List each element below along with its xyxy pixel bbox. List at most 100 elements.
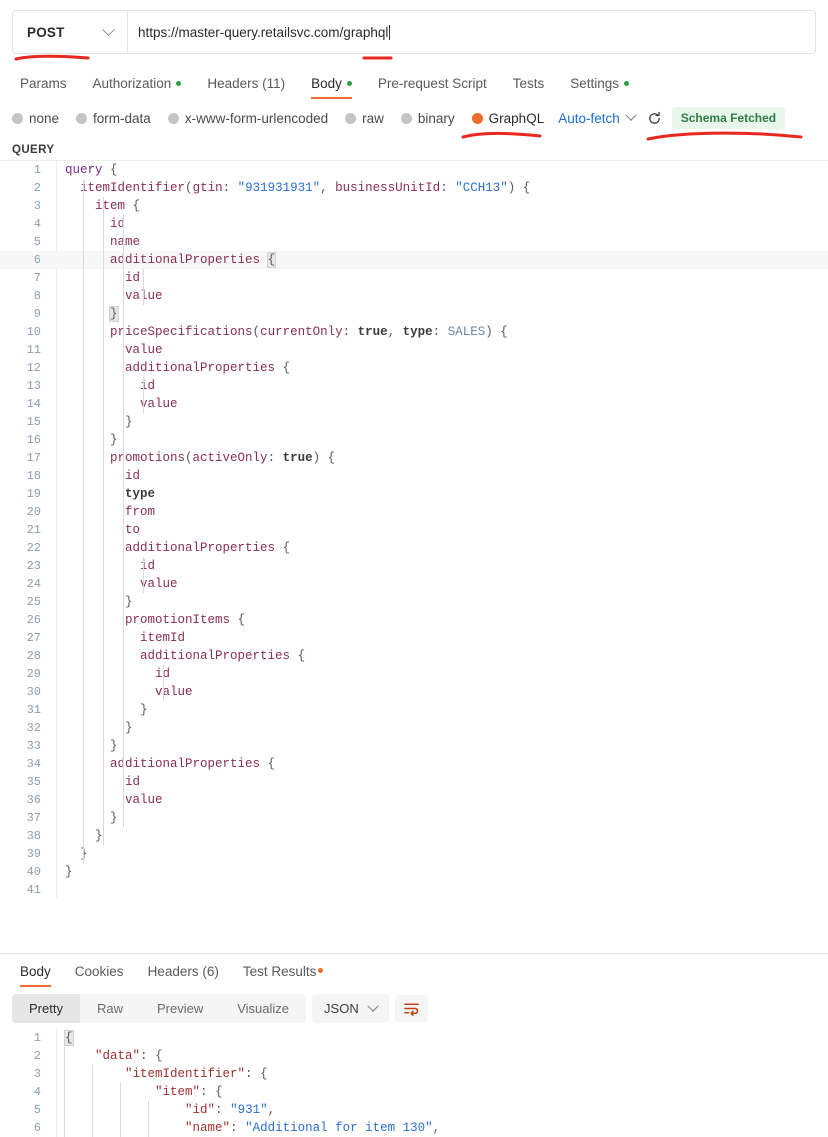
code-line: 41 bbox=[0, 881, 828, 898]
response-tab-body-label: Body bbox=[20, 963, 51, 979]
line-number: 19 bbox=[26, 487, 41, 501]
body-type-none[interactable]: none bbox=[12, 111, 59, 126]
body-type-urlencoded-label: x-www-form-urlencoded bbox=[184, 110, 329, 126]
tab-authorization[interactable]: Authorization bbox=[80, 66, 195, 100]
line-number: 3 bbox=[33, 199, 41, 213]
view-mode-visualize[interactable]: Visualize bbox=[220, 994, 306, 1023]
code-line: 30 value bbox=[0, 683, 828, 701]
line-number: 30 bbox=[26, 685, 41, 699]
body-type-row: none form-data x-www-form-urlencoded raw… bbox=[12, 104, 816, 132]
code-line-content: { bbox=[64, 1030, 74, 1046]
indent-guide bbox=[163, 665, 164, 701]
code-line-content: } bbox=[125, 415, 133, 429]
line-number: 7 bbox=[33, 271, 41, 285]
line-number: 20 bbox=[26, 505, 41, 519]
line-number: 23 bbox=[26, 559, 41, 573]
line-number: 28 bbox=[26, 649, 41, 663]
indent-guide bbox=[143, 377, 144, 413]
code-line: 4 id bbox=[0, 215, 828, 233]
code-line-content: } bbox=[110, 811, 118, 825]
code-line: 20 from bbox=[0, 503, 828, 521]
tab-headers[interactable]: Headers (11) bbox=[194, 66, 298, 100]
code-line: 15 } bbox=[0, 413, 828, 431]
response-format-label: JSON bbox=[324, 1001, 359, 1016]
code-line: 17 promotions(activeOnly: true) { bbox=[0, 449, 828, 467]
response-toolbar: Pretty Raw Preview Visualize JSON bbox=[0, 988, 828, 1029]
request-url-bar: POST https://master-query.retailsvc.com/… bbox=[12, 10, 816, 54]
response-tab-body[interactable]: Body bbox=[8, 954, 63, 988]
line-number: 25 bbox=[26, 595, 41, 609]
line-number: 35 bbox=[26, 775, 41, 789]
response-tab-cookies[interactable]: Cookies bbox=[63, 954, 136, 988]
body-type-binary-label: binary bbox=[417, 110, 455, 126]
response-tab-test-results[interactable]: Test Results bbox=[231, 954, 336, 988]
tab-body[interactable]: Body bbox=[298, 66, 365, 100]
code-line-content: id bbox=[125, 775, 141, 789]
line-number: 15 bbox=[26, 415, 41, 429]
annotation-underline-url bbox=[362, 54, 393, 63]
body-type-graphql[interactable]: GraphQL bbox=[471, 111, 544, 126]
schema-status-badge: Schema Fetched bbox=[671, 107, 786, 129]
wrap-lines-button[interactable] bbox=[394, 995, 428, 1022]
status-dot-icon bbox=[176, 80, 182, 86]
code-line: 34 additionalProperties { bbox=[0, 755, 828, 773]
response-tab-test-results-label: Test Results bbox=[242, 963, 317, 979]
response-body-code[interactable]: 1{2 "data": {3 "itemIdentifier": {4 "ite… bbox=[0, 1029, 828, 1137]
view-mode-pretty[interactable]: Pretty bbox=[12, 994, 80, 1023]
line-number: 31 bbox=[26, 703, 41, 717]
code-line-content: "data": { bbox=[95, 1049, 163, 1063]
tab-settings[interactable]: Settings bbox=[557, 66, 642, 100]
code-line-content: id bbox=[140, 379, 156, 393]
code-line: 8 value bbox=[0, 287, 828, 305]
chevron-down-icon[interactable] bbox=[625, 109, 637, 121]
line-number: 9 bbox=[33, 307, 41, 321]
line-number: 12 bbox=[26, 361, 41, 375]
response-tab-headers[interactable]: Headers (6) bbox=[136, 954, 231, 988]
line-number: 38 bbox=[26, 829, 41, 843]
response-panel: Body Cookies Headers (6) Test Results Pr… bbox=[0, 953, 828, 1137]
line-number: 1 bbox=[33, 163, 41, 177]
code-line-content: additionalProperties { bbox=[110, 252, 277, 268]
code-line-content: additionalProperties { bbox=[125, 541, 291, 555]
code-line-content: "item": { bbox=[155, 1085, 223, 1099]
code-line: 25 } bbox=[0, 593, 828, 611]
url-input[interactable]: https://master-query.retailsvc.com/graph… bbox=[128, 11, 815, 53]
code-line-content: } bbox=[125, 721, 133, 735]
code-line: 21 to bbox=[0, 521, 828, 539]
code-line: 32 } bbox=[0, 719, 828, 737]
body-type-raw-label: raw bbox=[362, 110, 384, 126]
body-type-urlencoded[interactable]: x-www-form-urlencoded bbox=[167, 110, 329, 126]
response-format-select[interactable]: JSON bbox=[312, 994, 389, 1023]
status-dot-icon bbox=[346, 80, 352, 86]
auto-fetch-label[interactable]: Auto-fetch bbox=[558, 111, 620, 126]
code-line-content: value bbox=[155, 685, 193, 699]
code-line-content: id bbox=[140, 559, 156, 573]
line-number: 6 bbox=[33, 1121, 41, 1135]
body-type-form-data[interactable]: form-data bbox=[76, 111, 151, 126]
refresh-icon[interactable] bbox=[647, 111, 662, 126]
query-section-label: QUERY bbox=[12, 144, 55, 156]
radio-icon bbox=[345, 112, 357, 124]
response-tab-headers-label: Headers (6) bbox=[147, 963, 219, 979]
code-line: 3 "itemIdentifier": { bbox=[0, 1065, 828, 1083]
body-type-binary[interactable]: binary bbox=[400, 110, 455, 126]
line-number: 41 bbox=[26, 883, 41, 897]
view-mode-raw[interactable]: Raw bbox=[80, 994, 140, 1023]
status-dot-icon bbox=[318, 967, 324, 973]
line-number: 14 bbox=[26, 397, 41, 411]
body-type-raw[interactable]: raw bbox=[345, 111, 384, 126]
code-line: 4 "item": { bbox=[0, 1083, 828, 1101]
tab-tests[interactable]: Tests bbox=[500, 66, 558, 100]
tab-tests-label: Tests bbox=[512, 75, 545, 91]
code-line: 26 promotionItems { bbox=[0, 611, 828, 629]
code-line: 19 type bbox=[0, 485, 828, 503]
view-mode-preview[interactable]: Preview bbox=[140, 994, 220, 1023]
graphql-query-editor[interactable]: 1 query {2 itemIdentifier(gtin: "93193193… bbox=[0, 160, 828, 898]
http-method-select[interactable]: POST bbox=[13, 11, 128, 53]
code-line: 23 id bbox=[0, 557, 828, 575]
code-line: 1{ bbox=[0, 1029, 828, 1047]
code-line-content: value bbox=[125, 793, 163, 807]
url-text: https://master-query.retailsvc.com/graph… bbox=[138, 24, 389, 40]
tab-params[interactable]: Params bbox=[12, 66, 80, 100]
tab-pre-request-script[interactable]: Pre-request Script bbox=[365, 66, 500, 100]
